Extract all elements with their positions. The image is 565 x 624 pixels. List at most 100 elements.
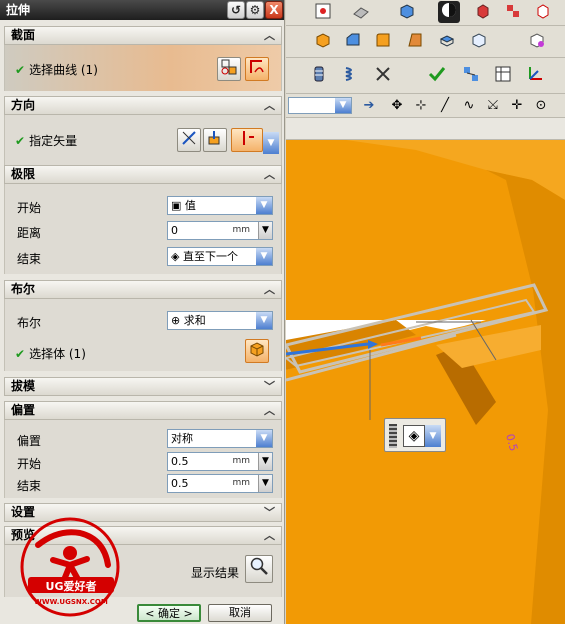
chevron-up-icon[interactable]: ︿ (264, 281, 275, 298)
offset-type-select[interactable]: 对称 ▼ (167, 429, 273, 448)
limit-start-label: 开始 (17, 201, 42, 215)
limit-start-select[interactable]: ▣ 值 ▼ (167, 196, 273, 215)
ok-button[interactable]: < 确定 > (137, 604, 201, 622)
section-header-offset[interactable]: 偏置 ︿ (4, 401, 282, 420)
chevron-down-icon[interactable]: ▼ (256, 430, 272, 447)
boolean-select[interactable]: ⊕ 求和 ▼ (167, 311, 273, 330)
add-component-icon[interactable] (526, 31, 548, 53)
select-body-label[interactable]: ✔ 选择体 (1) (15, 345, 86, 362)
csys-icon[interactable] (524, 65, 546, 87)
select-body-icon[interactable] (245, 339, 269, 363)
measure-tree-icon[interactable] (460, 65, 482, 87)
limit-distance-field[interactable]: 0 mm ▼ (167, 221, 273, 240)
limits-title: 极限 (11, 167, 36, 181)
wireframe-cube-icon[interactable] (468, 31, 490, 53)
distance-stepper[interactable]: ▼ (258, 222, 272, 239)
shaded-view-icon[interactable] (438, 1, 460, 23)
red-assembly-icon[interactable] (502, 2, 524, 24)
red-body-icon[interactable] (472, 2, 494, 24)
until-next-icon[interactable]: ◈ (403, 425, 425, 447)
specify-vector-label[interactable]: ✔ 指定矢量 (15, 132, 77, 149)
watermark-url: WWW.UGSNX.COM (34, 598, 108, 606)
transform-icon[interactable] (372, 65, 394, 87)
offset-start-field[interactable]: 0.5 mm ▼ (167, 452, 273, 471)
line-tool-icon[interactable]: ╱ (434, 95, 456, 117)
cancel-button[interactable]: 取消 (208, 604, 272, 622)
extrude-dialog: 拉伸 ↺ ⚙ X 截面 ︿ ✔ 选择曲线 (1) 方向 ︿ ✔ 指定矢量 ▼ 极… (0, 0, 285, 624)
center-tool-icon[interactable]: ⊙ (530, 95, 552, 117)
limits-body: 开始 ▣ 值 ▼ 距离 0 mm ▼ 结束 ◈ 直至下一个 ▼ (4, 184, 282, 274)
section-header-draft[interactable]: 拔模 ﹀ (4, 377, 282, 396)
vector-type-icon[interactable] (231, 128, 263, 152)
snap-endpoint-icon[interactable]: ✥ (386, 95, 408, 117)
snap-point-icon[interactable] (312, 2, 334, 24)
chevron-up-icon[interactable]: ︿ (264, 527, 275, 544)
section-header-limits[interactable]: 极限 ︿ (4, 165, 282, 184)
table-grid-icon[interactable] (492, 65, 514, 87)
select-curve-row[interactable]: ✔ 选择曲线 (1) (4, 45, 282, 91)
spring-icon[interactable] (340, 65, 362, 87)
offset-label: 偏置 (17, 434, 42, 448)
shell-icon[interactable] (436, 31, 458, 53)
vector-dialog-icon[interactable] (203, 128, 227, 152)
gear-icon[interactable]: ⚙ (246, 1, 264, 19)
section-header-section[interactable]: 截面 ︿ (4, 26, 282, 45)
limit-end-select[interactable]: ◈ 直至下一个 ▼ (167, 247, 273, 266)
selection-filter-select[interactable]: ▼ (288, 97, 352, 114)
reverse-direction-icon[interactable] (177, 128, 201, 152)
curve-tool-icon[interactable]: ∿ (458, 95, 480, 117)
intersect-tool-icon[interactable]: ⤩ (482, 95, 504, 117)
chevron-down-icon[interactable]: ▼ (256, 312, 272, 329)
offset-end-label: 结束 (17, 479, 42, 493)
specify-vector-row[interactable]: ✔ 指定矢量 ▼ (4, 115, 282, 165)
section-header-boolean[interactable]: 布尔 ︿ (4, 280, 282, 299)
draft-face-icon[interactable] (404, 31, 426, 53)
chamfer-icon[interactable] (342, 31, 364, 53)
chevron-up-icon[interactable]: ︿ (264, 166, 275, 183)
feature-block-icon[interactable] (312, 31, 334, 53)
chevron-down-icon[interactable]: ▼ (256, 197, 272, 214)
offset-start-unit: mm (232, 456, 250, 466)
chevron-down-icon[interactable]: ﹀ (264, 504, 275, 521)
reset-icon[interactable]: ↺ (227, 1, 245, 19)
check-geometry-icon[interactable] (426, 65, 448, 87)
offset-end-stepper[interactable]: ▼ (258, 475, 272, 492)
chevron-up-icon[interactable]: ︿ (264, 97, 275, 114)
limit-handle-dropdown[interactable]: ◈ ▼ (384, 418, 446, 452)
draft-title: 拔模 (11, 379, 36, 393)
offset-body: 偏置 对称 ▼ 开始 0.5 mm ▼ 结束 0.5 mm ▼ (4, 420, 282, 498)
limit-end-label: 结束 (17, 252, 42, 266)
grip-handle-icon[interactable] (389, 424, 397, 448)
offset-end-field[interactable]: 0.5 mm ▼ (167, 474, 273, 493)
chevron-down-icon[interactable]: ▼ (425, 425, 441, 447)
curve-selection-icon[interactable] (245, 57, 269, 81)
snap-midpoint-icon[interactable]: ⊹ (410, 95, 432, 117)
chevron-down-icon[interactable]: ▼ (335, 98, 351, 113)
dialog-titlebar: 拉伸 ↺ ⚙ X (0, 0, 284, 20)
magnifier-icon[interactable] (245, 555, 273, 583)
sketch-plane-icon[interactable] (350, 2, 372, 24)
point-tool-icon[interactable]: ✛ (506, 95, 528, 117)
sketch-section-icon[interactable] (217, 57, 241, 81)
offset-start-stepper[interactable]: ▼ (258, 453, 272, 470)
blend-icon[interactable] (372, 31, 394, 53)
vector-dropdown-arrow[interactable]: ▼ (263, 132, 279, 154)
red-cube-icon[interactable] (532, 2, 554, 24)
section-header-direction[interactable]: 方向 ︿ (4, 96, 282, 115)
chevron-down-icon[interactable]: ▼ (256, 248, 272, 265)
toolbar-row-4: ▼ ➔ ✥ ⊹ ╱ ∿ ⤩ ✛ ⊙ (286, 94, 565, 118)
graphics-viewport[interactable]: 0.5 ◈ ▼ (286, 140, 565, 624)
offset-end-unit: mm (232, 478, 250, 488)
close-button[interactable]: X (265, 1, 283, 19)
status-strip (286, 118, 565, 140)
arrow-right-icon[interactable]: ➔ (358, 95, 380, 117)
select-curve-label[interactable]: ✔ 选择曲线 (1) (15, 61, 98, 78)
thread-icon[interactable] (308, 65, 330, 87)
chevron-up-icon[interactable]: ︿ (264, 402, 275, 419)
toolbar-row-1 (286, 0, 565, 26)
boolean-title: 布尔 (11, 282, 36, 296)
toolbar-row-3 (286, 58, 565, 94)
chevron-up-icon[interactable]: ︿ (264, 27, 275, 44)
block-icon[interactable] (396, 2, 418, 24)
chevron-down-icon[interactable]: ﹀ (264, 378, 275, 395)
